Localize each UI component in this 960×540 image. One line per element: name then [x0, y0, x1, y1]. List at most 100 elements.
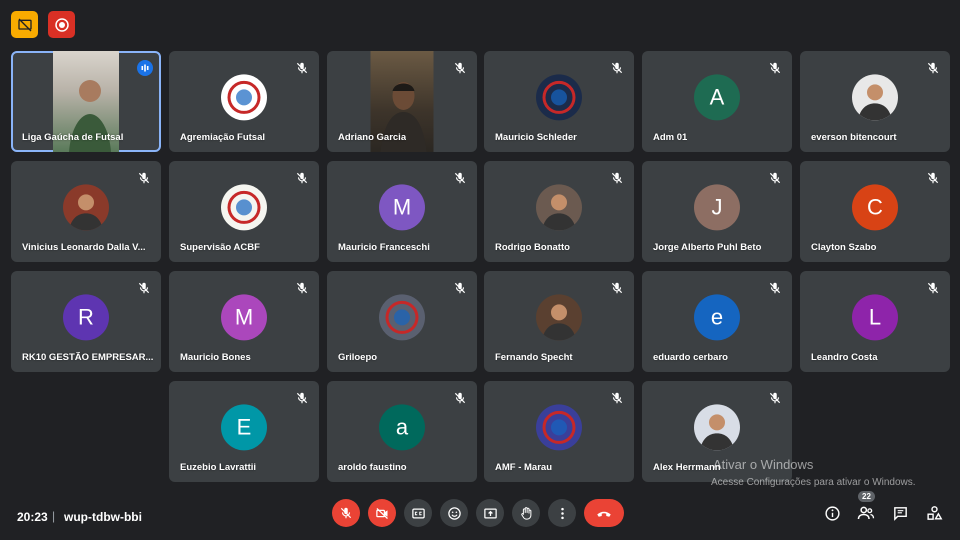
mic-off-icon: [926, 171, 940, 185]
participant-tile[interactable]: Adriano Garcia: [327, 51, 477, 152]
participant-name: Fernando Specht: [495, 352, 573, 363]
avatar-initial: A: [694, 73, 740, 120]
participant-name: aroldo faustino: [338, 462, 407, 473]
participant-name: everson bitencourt: [811, 132, 897, 143]
mic-off-icon: [295, 391, 309, 405]
participant-name: Clayton Szabo: [811, 242, 877, 253]
participant-tile[interactable]: Rodrigo Bonatto: [484, 161, 634, 262]
participant-tile[interactable]: a aroldo faustino: [327, 381, 477, 482]
mic-off-icon: [610, 171, 624, 185]
participant-tile[interactable]: AMF - Marau: [484, 381, 634, 482]
participant-name: Leandro Costa: [811, 352, 878, 363]
call-controls: [332, 499, 624, 527]
participant-name: Supervisão ACBF: [180, 242, 260, 253]
avatar-initial: J: [694, 183, 740, 230]
acf-logo: [221, 73, 267, 120]
participant-tile[interactable]: R RK10 GESTÃO EMPRESAR...: [11, 271, 161, 372]
more-options-icon[interactable]: [548, 499, 576, 527]
participant-name: Jorge Alberto Puhl Beto: [653, 242, 762, 253]
participant-name: Mauricio Bones: [180, 352, 251, 363]
participant-name: Euzebio Lavrattii: [180, 462, 257, 473]
avatar-initial: M: [379, 183, 425, 230]
participant-tile[interactable]: A Adm 01: [642, 51, 792, 152]
top-indicators: [11, 11, 75, 38]
participant-name: Mauricio Schleder: [495, 132, 577, 143]
mic-off-icon: [453, 61, 467, 75]
present-icon[interactable]: [476, 499, 504, 527]
participant-tile[interactable]: Vinicius Leonardo Dalla V...: [11, 161, 161, 262]
emoji-icon[interactable]: [440, 499, 468, 527]
mic-off-icon[interactable]: [332, 499, 360, 527]
participant-name: Adm 01: [653, 132, 688, 143]
avatar-initial: e: [694, 293, 740, 340]
mic-off-icon: [610, 391, 624, 405]
mic-off-icon: [453, 281, 467, 295]
info-icon[interactable]: [822, 503, 842, 523]
participant-name: AMF - Marau: [495, 462, 552, 473]
avatar-initial: R: [63, 293, 109, 340]
people-button[interactable]: 22: [856, 491, 876, 523]
amf-logo: [536, 403, 582, 450]
right-controls: 22: [822, 491, 944, 523]
participant-tile[interactable]: L Leandro Costa: [800, 271, 950, 372]
chat-icon[interactable]: [890, 503, 910, 523]
mic-off-icon: [926, 61, 940, 75]
avatar-initial: C: [852, 183, 898, 230]
participant-tile[interactable]: e eduardo cerbaro: [642, 271, 792, 372]
participant-tile[interactable]: Supervisão ACBF: [169, 161, 319, 262]
griloepo-logo: [379, 293, 425, 340]
mic-off-icon: [926, 281, 940, 295]
people-count-badge: 22: [858, 491, 875, 502]
mic-off-icon: [453, 391, 467, 405]
activities-icon[interactable]: [924, 503, 944, 523]
watermark-title: Ativar o Windows: [713, 457, 814, 472]
participant-name: Griloepo: [338, 352, 378, 363]
mic-off-icon: [610, 281, 624, 295]
participant-name: RK10 GESTÃO EMPRESAR...: [22, 352, 154, 363]
participant-tile[interactable]: C Clayton Szabo: [800, 161, 950, 262]
participant-grid: Liga Gaúcha de Futsal Agremiação Futsal Ad…: [11, 51, 950, 483]
participant-tile[interactable]: M Mauricio Franceschi: [327, 161, 477, 262]
participant-tile[interactable]: J Jorge Alberto Puhl Beto: [642, 161, 792, 262]
avatar-photo: [536, 183, 582, 230]
participant-name: Vinicius Leonardo Dalla V...: [22, 242, 146, 253]
mic-off-icon: [610, 61, 624, 75]
presentation-off-icon[interactable]: [11, 11, 38, 38]
avatar-photo: [63, 183, 109, 230]
mic-off-icon: [295, 281, 309, 295]
participant-tile[interactable]: Mauricio Schleder: [484, 51, 634, 152]
participant-tile[interactable]: Liga Gaúcha de Futsal: [11, 51, 161, 152]
mic-off-icon: [137, 281, 151, 295]
mic-off-icon: [768, 281, 782, 295]
participant-tile[interactable]: E Euzebio Lavrattii: [169, 381, 319, 482]
participant-tile[interactable]: Fernando Specht: [484, 271, 634, 372]
avatar-initial: E: [221, 403, 267, 450]
captions-icon[interactable]: [404, 499, 432, 527]
participant-name: Liga Gaúcha de Futsal: [22, 132, 124, 143]
raise-hand-icon[interactable]: [512, 499, 540, 527]
avatar-initial: L: [852, 293, 898, 340]
mic-off-icon: [768, 391, 782, 405]
meeting-code: wup-tdbw-bbi: [64, 510, 142, 524]
participant-tile[interactable]: everson bitencourt: [800, 51, 950, 152]
mic-off-icon: [453, 171, 467, 185]
record-icon[interactable]: [48, 11, 75, 38]
mic-off-icon: [295, 61, 309, 75]
participant-name: Agremiação Futsal: [180, 132, 265, 143]
participant-name: Mauricio Franceschi: [338, 242, 430, 253]
avatar-photo: [852, 73, 898, 120]
avatar-initial: a: [379, 403, 425, 450]
avatar-photo: [694, 403, 740, 450]
shield-logo: [536, 73, 582, 120]
participant-name: Adriano Garcia: [338, 132, 407, 143]
participant-tile[interactable]: Griloepo: [327, 271, 477, 372]
people-icon: [857, 506, 875, 520]
end-call-icon[interactable]: [584, 499, 624, 527]
avatar-photo: [536, 293, 582, 340]
participant-tile[interactable]: Agremiação Futsal: [169, 51, 319, 152]
mic-off-icon: [768, 61, 782, 75]
participant-tile[interactable]: M Mauricio Bones: [169, 271, 319, 372]
avatar-initial: M: [221, 293, 267, 340]
meeting-time: 20:23: [17, 510, 48, 524]
camera-off-icon[interactable]: [368, 499, 396, 527]
